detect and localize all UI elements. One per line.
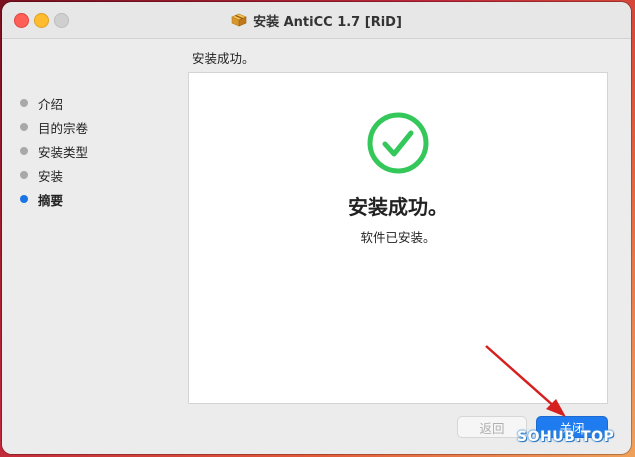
sidebar-item-label: 安装类型 [38,144,89,160]
sidebar-item-install-type: 安装类型 [20,141,88,161]
window-title: 安装 AntiCC 1.7 [RiD] [253,14,402,30]
step-dot-icon [20,99,28,107]
sidebar-item-install: 安装 [20,165,63,185]
checkmark-circle-icon [367,112,429,174]
sidebar-item-label: 介绍 [38,96,64,112]
sidebar-item-destination: 目的宗卷 [20,117,88,137]
sidebar-item-label: 目的宗卷 [38,120,89,136]
step-dot-icon [20,123,28,131]
watermark: SOHUB.TOP [517,429,615,445]
step-dot-icon [20,147,28,155]
success-message: 软件已安装。 [360,230,436,245]
content-panel: 安装成功。 软件已安装。 [188,72,608,404]
title-bar: 安装 AntiCC 1.7 [RiD] [2,2,631,39]
active-step-dot-icon [20,195,28,203]
step-dot-icon [20,171,28,179]
sidebar-item-label: 摘要 [38,192,64,208]
package-icon [231,13,247,27]
steps-sidebar: 介绍 目的宗卷 安装类型 安装 摘要 [2,39,182,454]
sidebar-item-intro: 介绍 [20,93,63,113]
sidebar-item-label: 安装 [38,168,64,184]
sidebar-item-summary: 摘要 [20,189,63,209]
window-title-group: 安装 AntiCC 1.7 [RiD] [2,2,631,38]
success-title: 安装成功。 [348,195,448,219]
page-header: 安装成功。 [192,51,255,66]
installer-window: 安装 AntiCC 1.7 [RiD] 介绍 目的宗卷 安装类型 安装 摘要 安… [2,2,631,454]
